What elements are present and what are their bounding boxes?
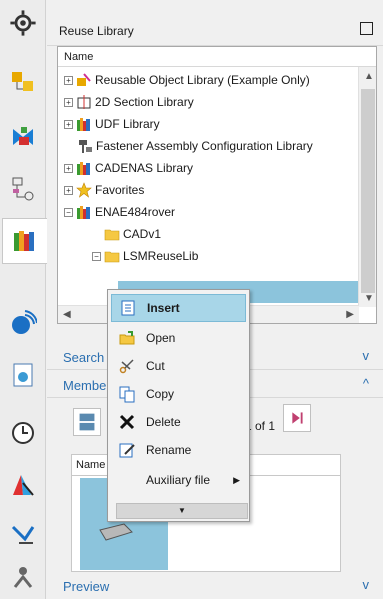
books-icon [77, 118, 90, 131]
settings-gear-icon[interactable] [3, 8, 43, 38]
menu-item-label: Auxiliary file [146, 473, 211, 487]
books-icon [77, 162, 90, 175]
part-navigator-icon[interactable] [3, 166, 43, 212]
menu-item-delete[interactable]: Delete [111, 408, 246, 436]
preview-section-header[interactable]: Preview v [47, 573, 383, 599]
chevron-down-icon[interactable]: v [363, 348, 370, 363]
view-toggle-button[interactable] [73, 408, 101, 436]
menu-item-auxiliary-file[interactable]: Auxiliary file ▶ [111, 466, 246, 494]
submenu-arrow-icon: ▶ [233, 474, 240, 485]
tree-item-udf-library[interactable]: + UDF Library [64, 113, 160, 135]
open-icon [116, 327, 138, 349]
fastener-icon [79, 140, 92, 153]
tree-item-cadenas-library[interactable]: + CADENAS Library [64, 157, 193, 179]
panel-title-bar: Reuse Library [47, 14, 383, 46]
history-icon[interactable] [3, 410, 43, 456]
tree-item-lsmreuselib[interactable]: − LSMReuseLib [92, 245, 198, 267]
tree-item-label: LSMReuseLib [123, 249, 199, 263]
web-browser-icon[interactable] [3, 352, 43, 398]
scroll-left-arrow[interactable]: ◀ [63, 309, 71, 320]
search-section-label: Search [63, 350, 105, 365]
visualization-icon[interactable] [3, 462, 43, 508]
menu-item-open[interactable]: Open [111, 324, 246, 352]
folder-icon [104, 229, 120, 241]
constraint-navigator-icon[interactable] [3, 114, 43, 160]
tree-item-label: UDF Library [95, 117, 160, 131]
scroll-right-arrow[interactable]: ▶ [346, 309, 354, 320]
analysis-icon[interactable] [3, 512, 43, 558]
tree-item-label: CADv1 [123, 227, 162, 241]
resource-bar [0, 0, 47, 599]
expand-icon[interactable]: + [64, 163, 73, 173]
context-menu: Insert Open Cut Copy Delete Rename Auxil… [107, 289, 250, 522]
expand-icon[interactable]: + [64, 97, 73, 107]
scroll-down-arrow[interactable]: ▼ [364, 293, 374, 304]
assembly-navigator-icon[interactable] [3, 60, 43, 106]
tree-item-reusable-object-library[interactable]: + Reusable Object Library (Example Only) [64, 69, 310, 91]
library-tree: Name + Reusable Object Library (Example … [57, 46, 377, 324]
menu-item-label: Insert [147, 301, 180, 315]
tree-item-label: ENAE484rover [95, 205, 176, 219]
menu-item-rename[interactable]: Rename [111, 436, 246, 464]
roles-icon[interactable] [3, 558, 43, 596]
maximize-icon[interactable] [360, 22, 373, 35]
tree-item-label: Reusable Object Library (Example Only) [95, 73, 310, 87]
tree-item-label: 2D Section Library [95, 95, 194, 109]
menu-item-label: Copy [146, 387, 175, 401]
expand-icon[interactable]: + [64, 75, 73, 85]
tree-vertical-scrollbar[interactable]: ▲ ▼ [358, 67, 376, 307]
menu-item-label: Delete [146, 415, 181, 429]
menu-item-copy[interactable]: Copy [111, 380, 246, 408]
star-icon [76, 182, 92, 198]
tree-item-favorites[interactable]: + Favorites [64, 179, 144, 201]
delete-icon [116, 411, 138, 433]
reusable-object-icon [77, 73, 91, 86]
panel-title: Reuse Library [59, 24, 134, 38]
reuse-library-icon[interactable] [2, 218, 47, 264]
menu-item-label: Cut [146, 359, 165, 373]
tree-item-cadv1[interactable]: CADv1 [104, 223, 161, 245]
menu-item-label: Open [146, 331, 176, 345]
tree-item-enae484rover[interactable]: − ENAE484rover [64, 201, 175, 223]
scroll-up-arrow[interactable]: ▲ [364, 71, 374, 82]
tree-item-label: Fastener Assembly Configuration Library [96, 139, 313, 153]
tree-item-2d-section-library[interactable]: + 2D Section Library [64, 91, 194, 113]
chevron-up-icon[interactable]: ^ [363, 376, 369, 391]
tree-column-header[interactable]: Name [58, 47, 376, 67]
tree-item-label: Favorites [95, 183, 145, 197]
tree-item-label: CADENAS Library [95, 161, 194, 175]
next-page-button[interactable] [283, 404, 311, 432]
menu-item-cut[interactable]: Cut [111, 352, 246, 380]
copy-icon [116, 383, 138, 405]
scroll-thumb[interactable] [361, 89, 375, 293]
expand-icon[interactable]: + [64, 119, 73, 129]
folder-icon [104, 251, 120, 263]
expand-icon[interactable]: + [64, 185, 73, 195]
collapse-icon[interactable]: − [92, 251, 101, 261]
chevron-down-icon[interactable]: v [363, 577, 370, 592]
books-icon [77, 206, 90, 219]
rename-icon [116, 439, 138, 461]
tree-item-fastener-library[interactable]: Fastener Assembly Configuration Library [77, 135, 313, 157]
menu-item-insert[interactable]: Insert [111, 294, 246, 322]
menu-more-button[interactable]: ▼ [116, 503, 248, 519]
hd3d-tools-icon[interactable] [3, 300, 43, 346]
insert-icon [117, 297, 139, 319]
menu-item-label: Rename [146, 443, 192, 457]
preview-section-label: Preview [63, 579, 110, 594]
collapse-icon[interactable]: − [64, 207, 73, 217]
section-icon [77, 95, 91, 109]
scissors-icon [116, 355, 138, 377]
